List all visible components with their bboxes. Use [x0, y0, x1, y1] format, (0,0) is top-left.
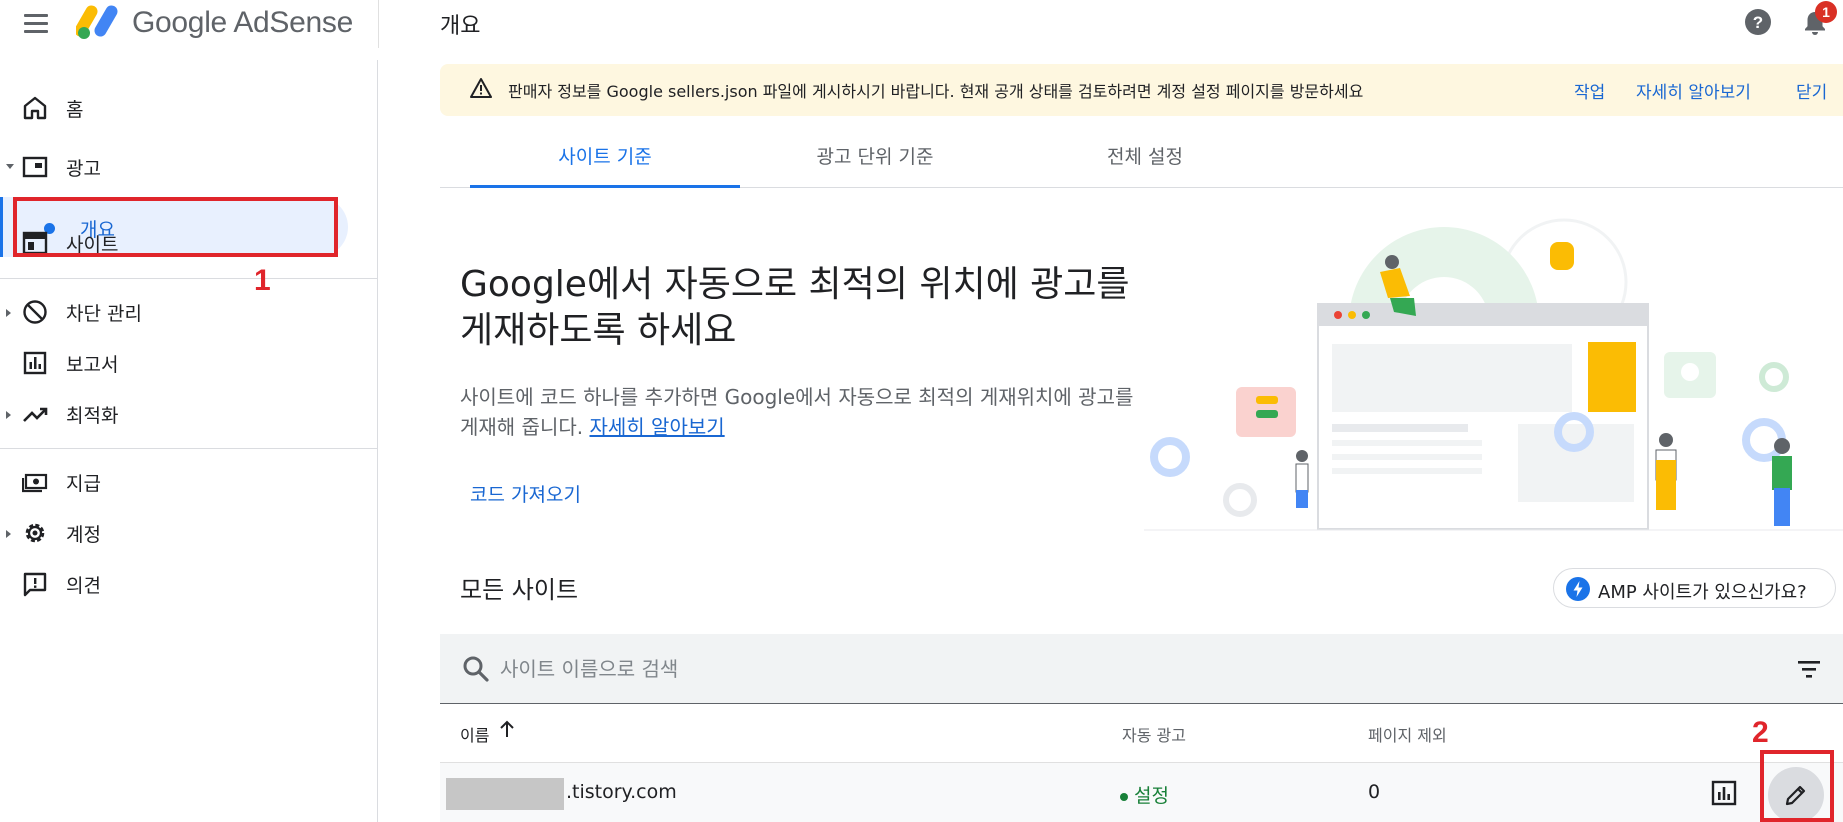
sidebar-item-ads[interactable]: 광고 [0, 141, 378, 193]
sidebar-item-reports[interactable]: 보고서 [0, 337, 378, 389]
site-search-bar [440, 634, 1843, 704]
banner-message: 판매자 정보를 Google sellers.json 파일에 게시하시기 바랍… [508, 82, 1364, 101]
sidebar-item-label: 최적화 [66, 405, 119, 427]
banner-dismiss-link[interactable]: 닫기 [1796, 78, 1827, 103]
top-app-bar: Google AdSense 개요 ? 1 [0, 0, 1843, 60]
trending-up-icon [23, 407, 48, 422]
tab-by-site[interactable]: 사이트 기준 [470, 128, 740, 188]
column-header-name[interactable]: 이름 [460, 722, 489, 746]
tab-global-settings[interactable]: 전체 설정 [1010, 128, 1280, 188]
sidebar-item-account[interactable]: 계정 [0, 507, 378, 559]
amp-button-label: AMP 사이트가 있으신가요? [1598, 582, 1807, 603]
description-text: 사이트에 코드 하나를 추가하면 Google에서 자동으로 최적의 게재위치에… [460, 385, 1134, 439]
sellers-json-banner: 판매자 정보를 Google sellers.json 파일에 게시하시기 바랍… [440, 64, 1843, 116]
sidebar-divider [0, 448, 378, 449]
amp-lightning-icon [1566, 577, 1590, 601]
banner-action-link[interactable]: 작업 [1574, 78, 1605, 103]
sidebar-item-payments[interactable]: 지급 [0, 456, 378, 508]
adsense-logo-icon [76, 5, 118, 39]
expand-caret-icon[interactable] [6, 309, 11, 317]
get-code-button[interactable]: 코드 가져오기 [470, 480, 581, 507]
payments-icon [22, 473, 48, 493]
auto-ads-heading: Google에서 자동으로 최적의 위치에 광고를 게재하도록 하세요 [460, 264, 1130, 351]
brand-name: Google AdSense [132, 6, 353, 39]
reports-icon [23, 351, 47, 375]
report-chart-icon[interactable] [1710, 779, 1738, 807]
annotation-box-2 [1760, 750, 1834, 822]
status-dot-icon [1120, 792, 1128, 801]
column-header-auto-ads: 자동 광고 [1122, 726, 1186, 745]
auto-ads-status[interactable]: 설정 [1120, 781, 1169, 808]
menu-icon[interactable] [22, 10, 50, 38]
feedback-icon [23, 572, 47, 597]
annotation-box-1 [13, 197, 338, 257]
sidebar-item-home[interactable]: 홈 [0, 82, 378, 134]
excluded-pages-count: 0 [1368, 781, 1381, 803]
learn-more-link[interactable]: 자세히 알아보기 [589, 415, 724, 439]
sidebar-item-label: 차단 관리 [66, 303, 142, 325]
header-divider [378, 0, 379, 48]
expand-caret-icon[interactable] [6, 530, 11, 538]
block-icon [23, 300, 47, 324]
sidebar-nav: 홈 광고 개요 사이트 차단 관리 보고서 최적화 지급 계정 의견 [0, 60, 378, 822]
expand-caret-icon[interactable] [6, 411, 11, 419]
notification-badge: 1 [1815, 1, 1837, 23]
sort-ascending-icon[interactable] [498, 718, 516, 740]
help-icon[interactable]: ? [1744, 8, 1772, 36]
auto-ads-status-label: 설정 [1134, 785, 1169, 807]
sidebar-item-feedback[interactable]: 의견 [0, 558, 378, 610]
overview-tabs: 사이트 기준 광고 단위 기준 전체 설정 [440, 128, 1843, 188]
all-sites-heading: 모든 사이트 [460, 576, 579, 604]
sidebar-item-optimization[interactable]: 최적화 [0, 388, 378, 440]
gear-icon [25, 523, 45, 543]
sidebar-item-label: 광고 [66, 158, 101, 180]
sidebar-item-label: 보고서 [66, 354, 119, 376]
ads-icon [22, 156, 48, 178]
svg-text:?: ? [1753, 13, 1763, 32]
sidebar-divider [0, 278, 378, 279]
search-icon [463, 656, 489, 682]
banner-learn-more-link[interactable]: 자세히 알아보기 [1636, 78, 1751, 103]
site-search-input[interactable] [500, 652, 1700, 686]
sidebar-item-label: 의견 [66, 575, 101, 597]
sidebar-item-label: 계정 [66, 524, 101, 546]
column-header-page-exclusions: 페이지 제외 [1368, 726, 1447, 745]
warning-icon [470, 78, 492, 98]
auto-ads-illustration [1144, 218, 1843, 531]
page-title: 개요 [440, 14, 481, 39]
redacted-site-name [446, 778, 564, 810]
amp-sites-button[interactable]: AMP 사이트가 있으신가요? [1553, 568, 1836, 608]
auto-ads-description: 사이트에 코드 하나를 추가하면 Google에서 자동으로 최적의 게재위치에… [460, 382, 1140, 442]
filter-icon[interactable] [1796, 656, 1822, 682]
site-domain: .tistory.com [566, 781, 677, 803]
tab-by-ad-unit[interactable]: 광고 단위 기준 [740, 128, 1010, 188]
sidebar-item-blocking-controls[interactable]: 차단 관리 [0, 286, 378, 338]
active-tab-indicator [470, 185, 740, 188]
home-icon [23, 96, 47, 120]
annotation-label-2: 2 [1752, 716, 1769, 749]
sidebar-item-label: 지급 [66, 473, 101, 495]
table-row: .tistory.com 설정 0 [440, 762, 1843, 822]
expand-caret-icon[interactable] [6, 164, 14, 169]
annotation-label-1: 1 [254, 264, 271, 297]
sidebar-item-label: 홈 [66, 99, 84, 121]
